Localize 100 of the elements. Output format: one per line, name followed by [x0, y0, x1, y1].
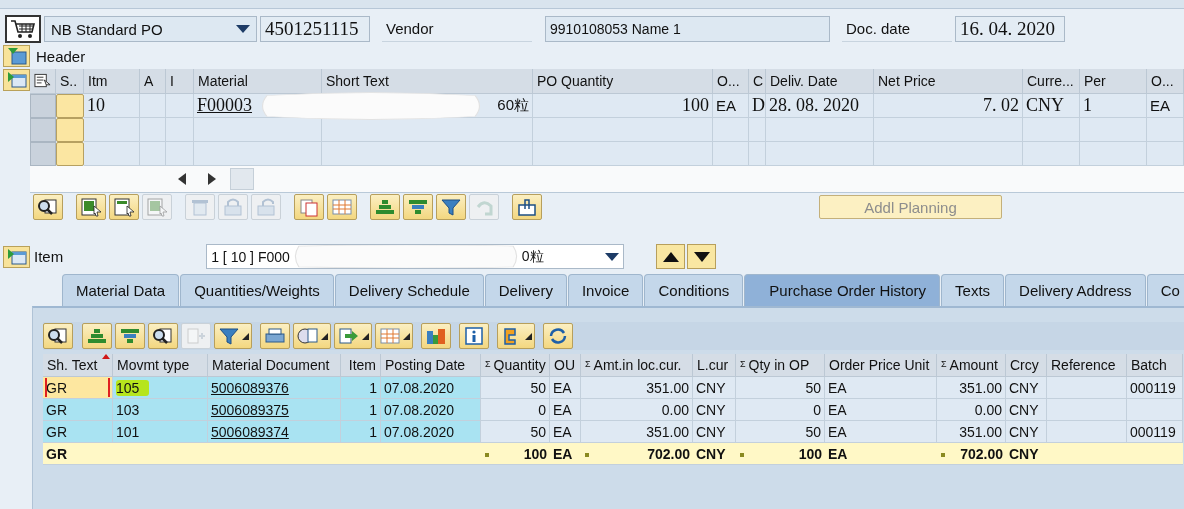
sort-indicator-icon: [102, 354, 110, 359]
column-header[interactable]: Σ Amt.in loc.cur.: [581, 354, 693, 377]
column-header[interactable]: Net Price: [874, 69, 1023, 94]
layout-header-cell[interactable]: [30, 69, 56, 94]
column-header[interactable]: I: [166, 69, 194, 94]
status-cell[interactable]: [56, 94, 84, 118]
table-cell: [84, 118, 140, 142]
table-cell: 0.00: [937, 399, 1006, 421]
previous-item-button[interactable]: [656, 244, 686, 269]
column-header[interactable]: Deliv. Date: [766, 69, 874, 94]
sort-ascending-button[interactable]: [82, 323, 112, 349]
sort-descending-button[interactable]: [403, 194, 433, 220]
tab[interactable]: Delivery: [484, 274, 567, 306]
column-header[interactable]: Σ Qty in OP: [736, 354, 825, 377]
expand-panel-icon: [6, 71, 27, 89]
clip-button[interactable]: [512, 194, 542, 220]
tab[interactable]: Quantities/Weights: [180, 274, 334, 306]
table-cell: 07.08.2020: [381, 377, 481, 399]
deselect-button[interactable]: [109, 194, 139, 220]
column-header[interactable]: Batch: [1127, 354, 1183, 377]
unlock-icon: [254, 197, 278, 217]
select-block-icon: [145, 197, 169, 217]
item-label: Item: [34, 248, 64, 265]
tab[interactable]: Conditions: [644, 274, 744, 306]
column-header[interactable]: Σ Amount: [937, 354, 1006, 377]
magnifier-icon: [36, 197, 60, 217]
column-header[interactable]: Crcy: [1006, 354, 1047, 377]
info-button[interactable]: [459, 323, 489, 349]
tab[interactable]: Delivery Schedule: [334, 274, 484, 306]
tab[interactable]: Co: [1146, 274, 1184, 306]
tab[interactable]: Texts: [941, 274, 1005, 306]
sort-ascending-button[interactable]: [370, 194, 400, 220]
magnifier-icon: [46, 326, 70, 346]
magnifier-button[interactable]: [33, 194, 63, 220]
tab[interactable]: Purchase Order History: [744, 274, 941, 306]
cart-icon: [10, 19, 36, 39]
column-header[interactable]: Movmt type: [113, 354, 208, 377]
column-header[interactable]: Order Price Unit: [825, 354, 937, 377]
select-all-button[interactable]: [76, 194, 106, 220]
column-header[interactable]: Σ Quantity: [481, 354, 550, 377]
table-button[interactable]: [327, 194, 357, 220]
column-header[interactable]: Material: [194, 69, 322, 94]
filter-icon: [217, 326, 241, 346]
column-header[interactable]: OU: [550, 354, 581, 377]
column-header[interactable]: A: [140, 69, 166, 94]
filter-button[interactable]: [214, 323, 252, 349]
table-cell: 5006089374: [208, 421, 341, 443]
table-cell: 10: [84, 94, 140, 118]
cart-button[interactable]: [5, 15, 41, 43]
doc-date-field[interactable]: 16. 04. 2020: [955, 16, 1065, 42]
column-header[interactable]: Curre...: [1023, 69, 1080, 94]
table-cell: 105: [113, 377, 208, 399]
column-header[interactable]: Itm: [84, 69, 140, 94]
next-item-button[interactable]: [687, 244, 717, 269]
table-icon: [330, 197, 354, 217]
bar-chart-button[interactable]: [421, 323, 451, 349]
item-dropdown[interactable]: 1 [ 10 ] F000 0粒: [206, 244, 625, 269]
down-triangle-icon: [693, 251, 710, 262]
sort-descending-icon: [118, 326, 142, 346]
column-header[interactable]: PO Quantity: [533, 69, 713, 94]
column-header[interactable]: O...: [1147, 69, 1184, 94]
status-cell[interactable]: [56, 118, 84, 142]
table-cell: [166, 118, 194, 142]
copy-button[interactable]: [294, 194, 324, 220]
item-toggle-button[interactable]: [3, 245, 30, 268]
grid-button[interactable]: [375, 323, 413, 349]
table-cell: [1147, 118, 1184, 142]
export-button[interactable]: [334, 323, 372, 349]
column-header[interactable]: Short Text: [322, 69, 533, 94]
sort-descending-button[interactable]: [115, 323, 145, 349]
header-toggle-button[interactable]: [3, 45, 30, 67]
printer-button[interactable]: [260, 323, 290, 349]
scroll-handle[interactable]: [230, 168, 254, 190]
table-cell: EA: [825, 399, 937, 421]
column-header[interactable]: Item: [341, 354, 381, 377]
refresh-button[interactable]: [543, 323, 573, 349]
column-header[interactable]: C: [749, 69, 766, 94]
items-toggle-button[interactable]: [3, 69, 30, 91]
status-cell[interactable]: [56, 142, 84, 166]
deselect-icon: [112, 197, 136, 217]
column-header[interactable]: S..: [56, 69, 84, 94]
column-header[interactable]: Per: [1080, 69, 1147, 94]
column-header[interactable]: Posting Date: [381, 354, 481, 377]
table-cell: 1: [341, 421, 381, 443]
column-header[interactable]: Sh. Text: [43, 354, 113, 377]
tab[interactable]: Invoice: [567, 274, 644, 306]
table-cell: 1: [341, 399, 381, 421]
document-type-dropdown[interactable]: NB Standard PO: [44, 16, 257, 42]
tab[interactable]: Delivery Address: [1005, 274, 1146, 306]
table-cell: CNY: [1006, 377, 1047, 399]
tab[interactable]: Material Data: [62, 274, 180, 306]
column-header[interactable]: L.cur: [693, 354, 736, 377]
column-header[interactable]: Material Document: [208, 354, 341, 377]
sort-descending-icon: [406, 197, 430, 217]
column-header[interactable]: O...: [713, 69, 749, 94]
document-number-field[interactable]: 4501251115: [260, 16, 370, 42]
vendor-field[interactable]: 9910108053 Name 1: [545, 16, 830, 42]
table-cell: 351.00: [937, 377, 1006, 399]
column-header[interactable]: Reference: [1047, 354, 1127, 377]
magnifier-button[interactable]: [43, 323, 73, 349]
